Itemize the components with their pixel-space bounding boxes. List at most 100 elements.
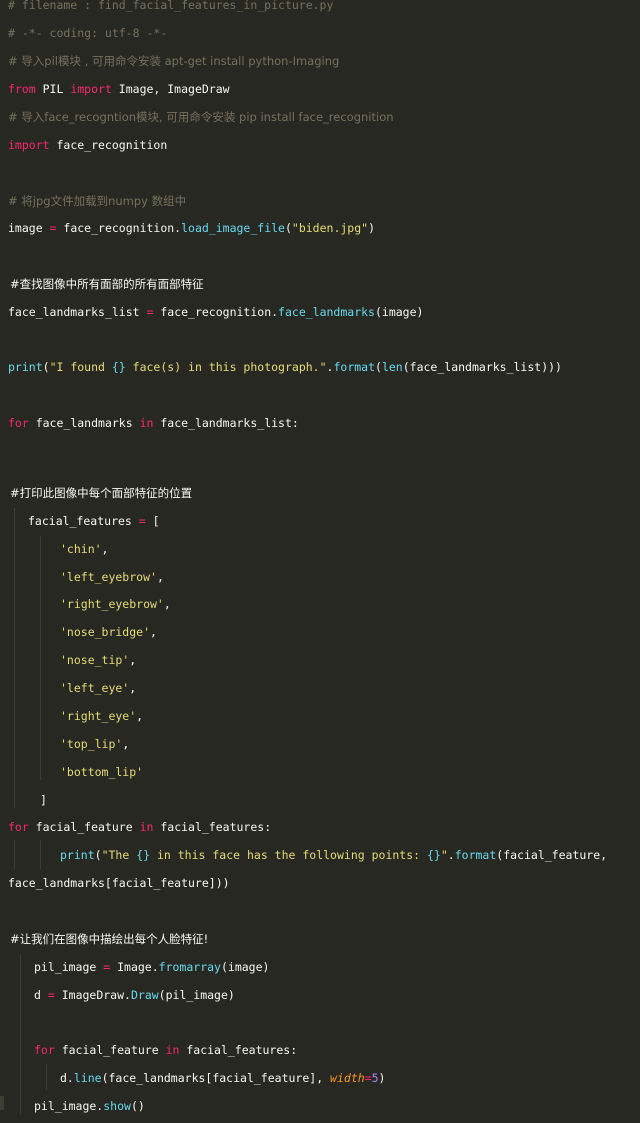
code-token: in — [139, 820, 154, 834]
code-line[interactable]: for facial_feature in facial_features: — [8, 818, 271, 836]
code-token: 'left_eye' — [60, 681, 130, 695]
code-token: Draw — [130, 988, 159, 1002]
code-line[interactable]: #打印此图像中每个面部特征的位置 — [10, 484, 192, 502]
code-line[interactable]: # filename : find_facial_features_in_pic… — [8, 0, 333, 14]
code-line[interactable]: facial_features = [ — [28, 512, 160, 530]
code-token: (image) — [374, 305, 424, 319]
code-token: 5 — [371, 1071, 379, 1085]
code-line[interactable]: face_landmarks_list = face_recognition.f… — [8, 303, 423, 321]
code-token: fromarray — [158, 960, 221, 974]
code-token: (pil_image) — [158, 988, 235, 1002]
code-token: ImageDraw. — [54, 988, 131, 1002]
code-line[interactable]: #查找图像中所有面部的所有面部特征 — [10, 275, 204, 293]
code-token: Image, ImageDraw — [111, 82, 230, 96]
code-token: format — [454, 848, 497, 862]
code-token: # -*- coding: utf-8 -*- — [8, 26, 168, 40]
code-line[interactable]: pil_image.show() — [34, 1097, 145, 1115]
code-token: face_landmarks — [278, 305, 375, 319]
code-token: , — [136, 709, 144, 723]
code-token: " — [440, 848, 448, 862]
code-token: 'left_eyebrow' — [60, 570, 157, 584]
code-token: ( — [42, 360, 50, 374]
code-token: # 导入pil模块 , 可用命令安装 apt-get install pytho… — [8, 54, 340, 68]
code-token: ( — [375, 360, 382, 374]
code-line[interactable]: 'left_eyebrow', — [60, 568, 164, 586]
code-line[interactable]: # 将jpg文件加载到numpy 数组中 — [8, 192, 186, 210]
code-token: face_recognition — [49, 138, 168, 152]
code-line[interactable]: d = ImageDraw.Draw(pil_image) — [34, 986, 235, 1004]
code-token: # 将jpg文件加载到numpy 数组中 — [8, 194, 187, 208]
code-token: pil_image — [34, 960, 104, 974]
code-line[interactable]: from PIL import Image, ImageDraw — [8, 80, 230, 98]
code-line[interactable]: pil_image = Image.fromarray(image) — [34, 958, 269, 976]
code-token: in — [139, 416, 154, 430]
code-line[interactable]: print("The {} in this face has the follo… — [60, 846, 607, 864]
code-token: . — [447, 848, 455, 862]
code-line[interactable]: # 导入pil模块 , 可用命令安装 apt-get install pytho… — [8, 52, 339, 70]
code-token: 'nose_bridge' — [60, 625, 151, 639]
code-token: #查找图像中所有面部的所有面部特征 — [10, 277, 204, 291]
code-line[interactable]: 'right_eye', — [60, 707, 143, 725]
code-token: {} — [111, 360, 126, 374]
code-token: pil_image. — [34, 1099, 104, 1113]
code-token: (face_landmarks_list))) — [402, 360, 562, 374]
indent-guide — [14, 840, 15, 870]
code-token: , — [129, 681, 137, 695]
code-line[interactable]: # 导入face_recogntion模块, 可用命令安装 pip instal… — [8, 108, 394, 126]
code-line[interactable]: #让我们在图像中描绘出每个人脸特征! — [10, 930, 208, 948]
code-token: (face_landmarks[facial_feature], — [101, 1071, 331, 1085]
code-token: for — [8, 416, 29, 430]
code-token: face(s) in this photograph." — [125, 360, 327, 374]
code-token: import — [70, 82, 112, 96]
code-token: facial_features — [28, 514, 139, 528]
code-token: 'chin' — [60, 542, 102, 556]
code-line[interactable]: print("I found {} face(s) in this photog… — [8, 358, 562, 376]
indent-guide — [14, 508, 15, 808]
indent-guide — [46, 1064, 47, 1090]
code-token: for — [34, 1043, 55, 1057]
indent-guide — [40, 536, 41, 780]
code-line[interactable]: import face_recognition — [8, 136, 167, 154]
code-token: 'top_lip' — [60, 737, 123, 751]
code-token: , — [129, 653, 137, 667]
code-token: face_landmarks[facial_feature])) — [8, 876, 230, 890]
code-token: "I found — [49, 360, 112, 374]
code-line[interactable]: d.line(face_landmarks[facial_feature], w… — [60, 1069, 385, 1087]
code-line[interactable]: 'top_lip', — [60, 735, 129, 753]
code-line[interactable]: for facial_feature in facial_features: — [34, 1041, 297, 1059]
code-token: d — [34, 988, 48, 1002]
code-token: facial_features: — [153, 820, 272, 834]
code-token: in this face has the following points: — [150, 848, 427, 862]
current-line-marker — [0, 1096, 4, 1110]
code-token: 'bottom_lip' — [60, 765, 144, 779]
code-token: format — [333, 360, 376, 374]
code-line[interactable]: ] — [40, 791, 47, 809]
code-token: facial_feature — [54, 1043, 166, 1057]
code-token: Image. — [110, 960, 159, 974]
code-line[interactable]: 'nose_tip', — [60, 651, 136, 669]
code-line[interactable]: 'right_eyebrow', — [60, 595, 171, 613]
code-line[interactable]: 'nose_bridge', — [60, 623, 157, 641]
code-token: # filename : find_facial_features_in_pic… — [8, 0, 334, 12]
code-line[interactable]: # -*- coding: utf-8 -*- — [8, 24, 167, 42]
code-editor[interactable]: # filename : find_facial_features_in_pic… — [0, 0, 640, 1123]
code-token: # 导入face_recogntion模块, 可用命令安装 pip instal… — [8, 110, 394, 124]
code-token: ( — [94, 848, 102, 862]
code-token: #打印此图像中每个面部特征的位置 — [10, 486, 193, 500]
code-token: ( — [284, 221, 292, 235]
code-token: = — [364, 1071, 372, 1085]
code-line[interactable]: image = face_recognition.load_image_file… — [8, 219, 375, 237]
code-token: "biden.jpg" — [291, 221, 369, 235]
code-token: {} — [427, 848, 441, 862]
code-token: ) — [378, 1071, 386, 1085]
code-line[interactable]: for face_landmarks in face_landmarks_lis… — [8, 414, 299, 432]
code-token: , — [122, 737, 130, 751]
code-token: , — [150, 625, 157, 639]
code-line[interactable]: face_landmarks[facial_feature])) — [8, 874, 230, 892]
code-token: in — [165, 1043, 180, 1057]
code-token: #让我们在图像中描绘出每个人脸特征! — [10, 932, 209, 946]
code-line[interactable]: 'chin', — [60, 540, 108, 558]
code-token: import — [8, 138, 50, 152]
code-line[interactable]: 'bottom_lip' — [60, 763, 143, 781]
code-line[interactable]: 'left_eye', — [60, 679, 136, 697]
